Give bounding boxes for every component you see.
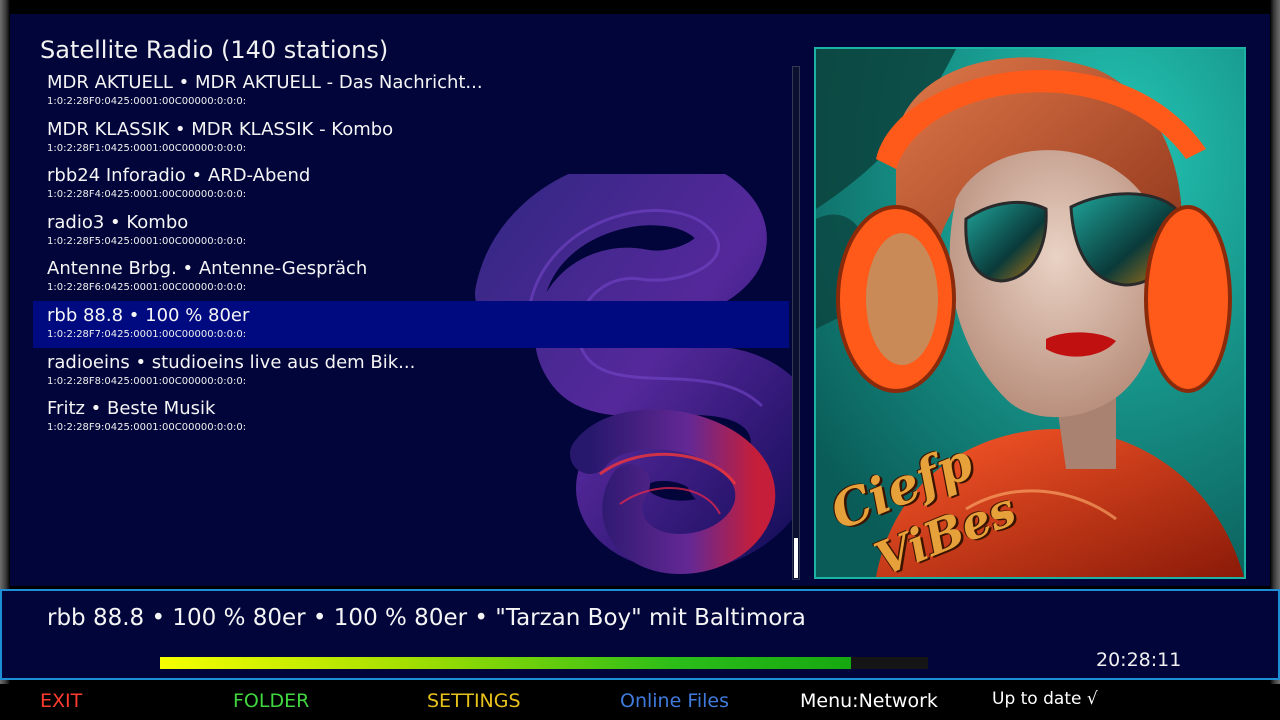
- online-files-button[interactable]: Online Files: [620, 690, 729, 712]
- footer-bar: EXIT FOLDER SETTINGS Online Files Menu:N…: [0, 684, 1280, 720]
- now-playing-panel: rbb 88.8 • 100 % 80er • 100 % 80er • "Ta…: [0, 589, 1280, 680]
- station-name: rbb24 Inforadio • ARD-Abend: [47, 165, 311, 187]
- station-row[interactable]: radioeins • studioeins live aus dem Bik.…: [33, 348, 789, 395]
- update-status: Up to date √: [992, 689, 1098, 709]
- scrollbar-thumb[interactable]: [794, 538, 798, 578]
- station-row[interactable]: MDR KLASSIK • MDR KLASSIK - Kombo 1:0:2:2…: [33, 115, 789, 162]
- station-name: radioeins • studioeins live aus dem Bik.…: [47, 351, 416, 373]
- station-row[interactable]: radio3 • Kombo 1:0:2:28F5:0425:0001:00C00…: [33, 208, 789, 255]
- settings-button[interactable]: SETTINGS: [427, 690, 521, 712]
- station-row[interactable]: MDR AKTUELL • MDR AKTUELL - Das Nachrich…: [33, 68, 789, 115]
- list-scrollbar[interactable]: [792, 66, 800, 580]
- clock: 20:28:11: [1096, 649, 1182, 671]
- station-row[interactable]: Fritz • Beste Musik 1:0:2:28F9:0425:0001:…: [33, 394, 789, 441]
- station-name: Fritz • Beste Musik: [47, 398, 216, 420]
- station-name: MDR KLASSIK • MDR KLASSIK - Kombo: [47, 118, 394, 140]
- menu-network-hint[interactable]: Menu:Network: [800, 690, 938, 712]
- service-reference: 1:0:2:28F4:0425:0001:00C00000:0:0:0:: [47, 189, 247, 201]
- now-playing-text: rbb 88.8 • 100 % 80er • 100 % 80er • "Ta…: [47, 605, 806, 631]
- service-reference: 1:0:2:28F6:0425:0001:00C00000:0:0:0:: [47, 282, 247, 294]
- station-row[interactable]: Antenne Brbg. • Antenne-Gespräch 1:0:2:28…: [33, 254, 789, 301]
- station-name: MDR AKTUELL • MDR AKTUELL - Das Nachrich…: [47, 72, 483, 93]
- station-list[interactable]: MDR AKTUELL • MDR AKTUELL - Das Nachrich…: [33, 68, 789, 441]
- service-reference: 1:0:2:28F7:0425:0001:00C00000:0:0:0:: [47, 328, 247, 340]
- station-row[interactable]: rbb24 Inforadio • ARD-Abend 1:0:2:28F4:04…: [33, 161, 789, 208]
- station-name: rbb 88.8 • 100 % 80er: [47, 304, 250, 326]
- service-reference: 1:0:2:28F5:0425:0001:00C00000:0:0:0:: [47, 235, 247, 247]
- service-reference: 1:0:2:28F1:0425:0001:00C00000:0:0:0:: [47, 142, 247, 154]
- folder-button[interactable]: FOLDER: [233, 690, 309, 712]
- exit-button[interactable]: EXIT: [40, 690, 82, 712]
- station-name: Antenne Brbg. • Antenne-Gespräch: [47, 258, 368, 280]
- event-progress-fill: [160, 657, 852, 669]
- service-reference: 1:0:2:28F9:0425:0001:00C00000:0:0:0:: [47, 422, 247, 434]
- event-progress-bar: [160, 657, 928, 669]
- list-title: Satellite Radio (140 stations): [40, 36, 389, 64]
- cover-art: Ciefp ViBes: [814, 47, 1246, 579]
- station-row-selected[interactable]: rbb 88.8 • 100 % 80er 1:0:2:28F7:0425:000…: [33, 300, 789, 348]
- station-name: radio3 • Kombo: [47, 211, 189, 233]
- service-reference: 1:0:2:28F0:0425:0001:00C00000:0:0:0:: [47, 96, 247, 107]
- service-reference: 1:0:2:28F8:0425:0001:00C00000:0:0:0:: [47, 375, 247, 387]
